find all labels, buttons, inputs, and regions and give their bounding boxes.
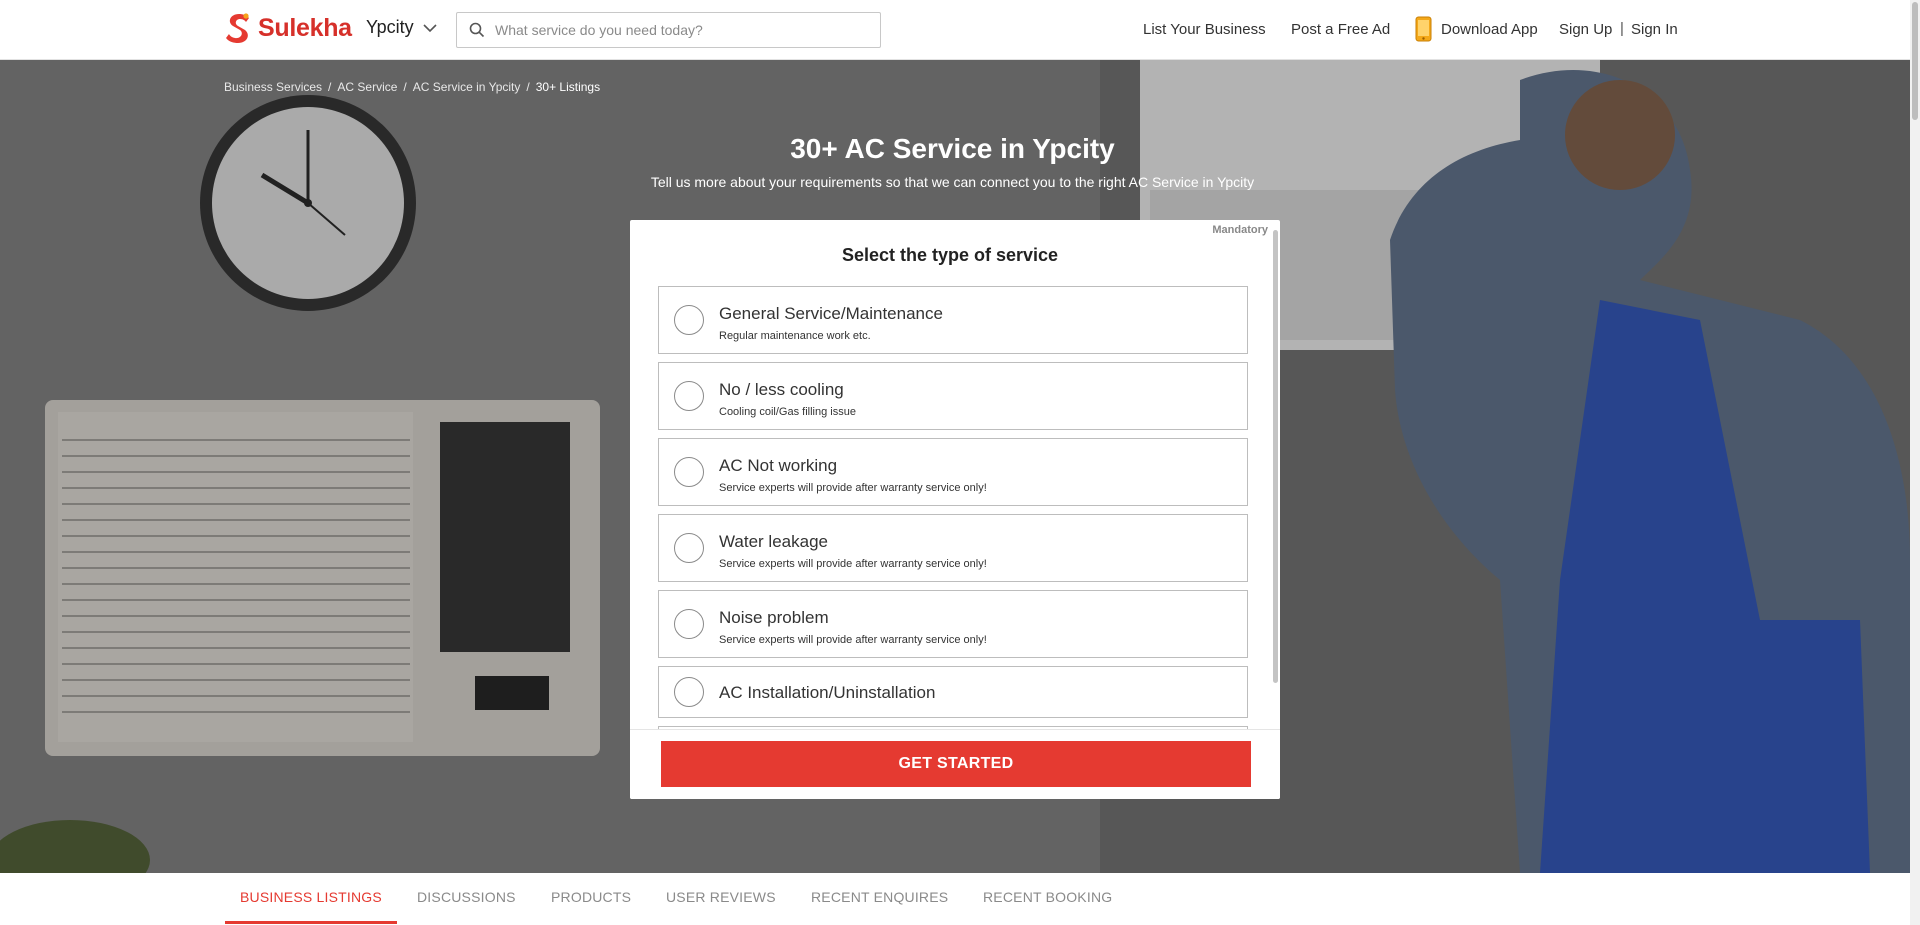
brand-name: Sulekha	[258, 13, 352, 42]
option-description: Service experts will provide after warra…	[719, 634, 987, 646]
tab-business-listings[interactable]: BUSINESS LISTINGS	[240, 889, 382, 905]
service-form-card: Mandatory Select the type of service Gen…	[630, 220, 1280, 799]
tab-discussions[interactable]: DISCUSSIONS	[417, 889, 516, 905]
page-title: 30+ AC Service in Ypcity	[790, 133, 1115, 164]
option-ac-not-working[interactable]: AC Not working Service experts will prov…	[658, 438, 1248, 506]
form-footer: GET STARTED	[630, 729, 1280, 799]
tab-products[interactable]: PRODUCTS	[551, 889, 631, 905]
form-title: Select the type of service	[841, 245, 1059, 265]
option-label: AC Not working	[719, 456, 838, 475]
top-header: Sulekha Ypcity List Your Business Post a…	[0, 0, 1920, 60]
service-options-list: General Service/Maintenance Regular main…	[658, 286, 1248, 732]
section-tabs: BUSINESS LISTINGS DISCUSSIONS PRODUCTS U…	[0, 873, 1910, 925]
tab-recent-enquires[interactable]: RECENT ENQUIRES	[811, 889, 948, 905]
get-started-button[interactable]: GET STARTED	[661, 741, 1251, 787]
breadcrumb: Business Services / AC Service / AC Serv…	[224, 80, 600, 94]
post-free-ad-link[interactable]: Post a Free Ad	[1291, 21, 1390, 38]
hero-banner: Business Services / AC Service / AC Serv…	[0, 60, 1910, 873]
option-description: Service experts will provide after warra…	[719, 558, 987, 570]
option-noise-problem[interactable]: Noise problem Service experts will provi…	[658, 590, 1248, 658]
option-label: Noise problem	[719, 608, 829, 627]
option-ac-installation[interactable]: AC Installation/Uninstallation	[658, 666, 1248, 718]
breadcrumb-separator: /	[403, 80, 407, 94]
sign-up-link[interactable]: Sign Up	[1559, 21, 1612, 38]
radio-icon[interactable]	[674, 457, 704, 487]
option-description: Regular maintenance work etc.	[719, 330, 871, 342]
breadcrumb-separator: /	[328, 80, 332, 94]
search-icon	[469, 22, 485, 38]
breadcrumb-item[interactable]: AC Service	[337, 80, 397, 94]
header-separator: |	[1620, 20, 1624, 37]
breadcrumb-separator: /	[526, 80, 530, 94]
chevron-down-icon	[423, 23, 437, 32]
breadcrumb-item[interactable]: Business Services	[224, 80, 322, 94]
sign-in-link[interactable]: Sign In	[1631, 21, 1678, 38]
option-less-cooling[interactable]: No / less cooling Cooling coil/Gas filli…	[658, 362, 1248, 430]
option-label: General Service/Maintenance	[719, 304, 943, 323]
radio-icon[interactable]	[674, 305, 704, 335]
tab-recent-booking[interactable]: RECENT BOOKING	[983, 889, 1112, 905]
option-description: Cooling coil/Gas filling issue	[719, 406, 856, 418]
sulekha-logo-icon	[226, 13, 249, 43]
city-selector[interactable]: Ypcity	[366, 17, 438, 38]
search-input[interactable]	[495, 22, 865, 38]
option-general-service[interactable]: General Service/Maintenance Regular main…	[658, 286, 1248, 354]
radio-icon[interactable]	[674, 381, 704, 411]
radio-icon[interactable]	[674, 609, 704, 639]
page-scrollbar[interactable]	[1910, 0, 1920, 925]
radio-icon[interactable]	[674, 533, 704, 563]
option-water-leakage[interactable]: Water leakage Service experts will provi…	[658, 514, 1248, 582]
breadcrumb-item[interactable]: AC Service in Ypcity	[413, 80, 521, 94]
page-scrollbar-thumb[interactable]	[1912, 2, 1918, 120]
list-your-business-link[interactable]: List Your Business	[1143, 21, 1266, 38]
phone-icon	[1415, 16, 1432, 42]
options-scrollbar[interactable]	[1273, 230, 1278, 683]
option-description: Service experts will provide after warra…	[719, 482, 987, 494]
option-label: No / less cooling	[719, 380, 844, 399]
download-app-link[interactable]: Download App	[1441, 21, 1538, 38]
search-box	[456, 12, 881, 48]
option-label: Water leakage	[719, 532, 828, 551]
radio-icon[interactable]	[674, 677, 704, 707]
mandatory-label: Mandatory	[1212, 224, 1268, 236]
sulekha-logo[interactable]: Sulekha	[224, 11, 352, 45]
page-subtitle: Tell us more about your requirements so …	[650, 174, 1255, 190]
tab-user-reviews[interactable]: USER REVIEWS	[666, 889, 776, 905]
breadcrumb-current: 30+ Listings	[535, 80, 601, 94]
active-tab-indicator	[225, 921, 397, 924]
city-label: Ypcity	[366, 17, 414, 37]
option-label: AC Installation/Uninstallation	[719, 683, 936, 702]
